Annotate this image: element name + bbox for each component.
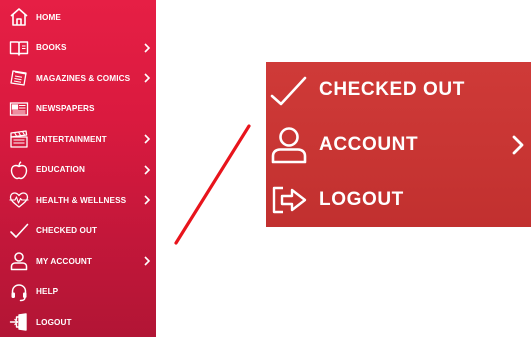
logout-door-icon: [9, 312, 29, 332]
chevron-right-icon: [143, 73, 151, 83]
sidebar-item-logout[interactable]: LOGOUT: [0, 307, 156, 337]
apple-icon: [9, 160, 29, 180]
zoom-item-account[interactable]: ACCOUNT: [266, 117, 531, 172]
sidebar-item-newspapers[interactable]: NEWSPAPERS: [0, 94, 156, 125]
chevron-right-icon: [143, 134, 151, 144]
sidebar-item-label: CHECKED OUT: [36, 226, 98, 236]
sidebar-item-checked-out[interactable]: CHECKED OUT: [0, 216, 156, 247]
sidebar-item-label: ENTERTAINMENT: [36, 134, 107, 144]
sidebar-item-label: MY ACCOUNT: [36, 256, 93, 266]
sidebar-item-label: EDUCATION: [36, 165, 85, 175]
chevron-right-icon: [143, 165, 151, 175]
chevron-right-icon: [143, 256, 151, 266]
sidebar-item-label: HEALTH & WELLNESS: [36, 195, 127, 205]
zoom-item-logout[interactable]: LOGOUT: [266, 172, 531, 227]
magazine-icon: [9, 68, 29, 88]
home-icon: [9, 7, 29, 27]
sidebar-item-label: HOME: [36, 12, 61, 22]
zoom-item-checked-out[interactable]: CHECKED OUT: [266, 62, 531, 117]
heart-pulse-icon: [9, 190, 29, 210]
book-icon: [9, 38, 29, 58]
zoom-item-label: LOGOUT: [319, 188, 404, 210]
sidebar-item-health-wellness[interactable]: HEALTH & WELLNESS: [0, 185, 156, 216]
sidebar-item-home[interactable]: HOME: [0, 2, 156, 33]
headset-icon: [9, 282, 29, 302]
sidebar-item-books[interactable]: BOOKS: [0, 33, 156, 64]
chevron-right-icon: [511, 134, 525, 156]
sidebar-item-label: HELP: [36, 287, 59, 297]
user-icon: [269, 125, 309, 165]
sidebar-menu: HOME BOOKS MAGAZINES & COMICS NEWSPAPERS…: [0, 0, 156, 337]
newspaper-icon: [9, 99, 29, 119]
sidebar-item-help[interactable]: HELP: [0, 277, 156, 308]
sidebar-item-my-account[interactable]: MY ACCOUNT: [0, 246, 156, 277]
sidebar-item-magazines-comics[interactable]: MAGAZINES & COMICS: [0, 63, 156, 94]
checkmark-icon: [9, 221, 29, 241]
screenshot-stage: HOME BOOKS MAGAZINES & COMICS NEWSPAPERS…: [0, 0, 531, 337]
clapperboard-icon: [9, 129, 29, 149]
checkmark-icon: [269, 70, 309, 110]
sidebar-item-education[interactable]: EDUCATION: [0, 155, 156, 186]
user-icon: [9, 251, 29, 271]
logout-arrow-icon: [269, 180, 309, 220]
chevron-right-icon: [143, 195, 151, 205]
sidebar-item-entertainment[interactable]: ENTERTAINMENT: [0, 124, 156, 155]
chevron-right-icon: [143, 43, 151, 53]
zoomed-menu-callout: CHECKED OUT ACCOUNT LOGOUT: [266, 62, 531, 227]
sidebar-item-label: MAGAZINES & COMICS: [36, 73, 131, 83]
sidebar-item-label: LOGOUT: [36, 317, 72, 327]
zoom-item-label: ACCOUNT: [319, 133, 419, 155]
zoom-item-label: CHECKED OUT: [319, 78, 465, 100]
sidebar-item-label: NEWSPAPERS: [36, 104, 95, 114]
sidebar-item-label: BOOKS: [36, 43, 67, 53]
